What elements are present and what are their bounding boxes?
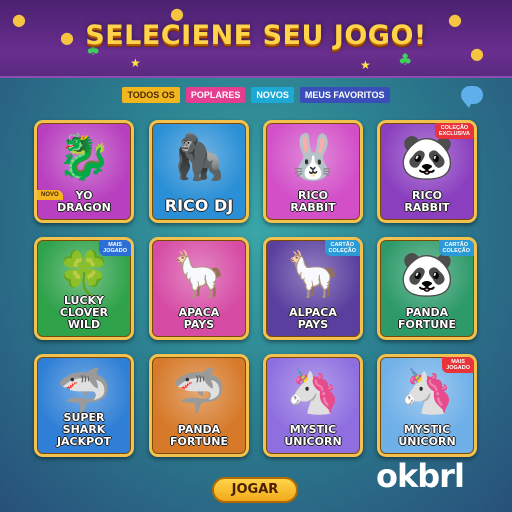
game-character-icon: 🦄 [285, 366, 341, 417]
tab-favorites[interactable]: MEUS FAVORITOS [299, 87, 390, 103]
tab-all[interactable]: TODOS OS [122, 87, 180, 103]
chat-bubble-icon[interactable] [461, 86, 483, 108]
game-badge: MAIS JOGADO [99, 240, 131, 256]
game-title: PANDA FORTUNE [170, 423, 228, 448]
game-card[interactable]: 🦈 SUPER SHARK JACKPOT [34, 354, 134, 457]
game-title: RICO DJ [164, 196, 234, 215]
clover-icon: ♣ [398, 50, 413, 69]
game-title: MYSTIC UNICORN [398, 423, 456, 448]
game-title: APACA PAYS [178, 306, 220, 331]
game-character-icon: 🦙 [171, 249, 227, 300]
game-title: RICO RABBIT [404, 189, 450, 214]
game-badge: COLEÇÃO EXCLUSIVA [434, 123, 474, 139]
game-card[interactable]: 🦄 MYSTIC UNICORN [263, 354, 363, 457]
game-badge: CARTÃO COLEÇÃO [324, 240, 360, 256]
game-title: SUPER SHARK JACKPOT [56, 411, 112, 448]
tab-new[interactable]: NOVOS [251, 87, 294, 103]
play-button[interactable]: JOGAR [212, 477, 298, 503]
new-badge: NOVO [37, 190, 63, 200]
filter-tabs: TODOS OS POPLARES NOVOS MEUS FAVORITOS [0, 87, 512, 103]
game-badge: CARTÃO COLEÇÃO [438, 240, 474, 256]
game-card[interactable]: 🐰 RICO RABBIT [263, 120, 363, 223]
header-banner: ● ● ♣ ● ★ ★ ● ♣ ● SELECIENE SEU JOGO! [0, 0, 512, 78]
game-title: ALPACA PAYS [289, 306, 337, 331]
game-character-icon: 🐉 [56, 132, 112, 183]
watermark: okbrl [376, 457, 465, 495]
game-card[interactable]: 🦈 PANDA FORTUNE [149, 354, 249, 457]
tab-popular[interactable]: POPLARES [185, 87, 246, 103]
game-title: RICO RABBIT [290, 189, 336, 214]
game-card[interactable]: 🐼 PANDA FORTUNE CARTÃO COLEÇÃO [377, 237, 477, 340]
page-title: SELECIENE SEU JOGO! [85, 20, 427, 51]
game-card[interactable]: 🐼 RICO RABBIT COLEÇÃO EXCLUSIVA [377, 120, 477, 223]
star-icon: ★ [130, 56, 141, 70]
game-card[interactable]: 🐉 YO DRAGON NOVO [34, 120, 134, 223]
game-title: PANDA FORTUNE [398, 306, 456, 331]
game-card[interactable]: 🦙 APACA PAYS [149, 237, 249, 340]
game-badge: MAIS JOGADO [442, 357, 474, 373]
game-card[interactable]: 🦙 ALPACA PAYS CARTÃO COLEÇÃO [263, 237, 363, 340]
star-icon: ★ [360, 58, 371, 72]
game-character-icon: 🦈 [171, 366, 227, 417]
game-card[interactable]: 🦍 RICO DJ [149, 120, 249, 223]
game-character-icon: 🐰 [285, 132, 341, 183]
game-card[interactable]: 🦄 MYSTIC UNICORN MAIS JOGADO [377, 354, 477, 457]
game-character-icon: 🦍 [171, 132, 227, 183]
game-title: MYSTIC UNICORN [284, 423, 342, 448]
game-card[interactable]: 🍀 LUCKY CLOVER WILD MAIS JOGADO [34, 237, 134, 340]
game-title: LUCKY CLOVER WILD [59, 294, 109, 331]
